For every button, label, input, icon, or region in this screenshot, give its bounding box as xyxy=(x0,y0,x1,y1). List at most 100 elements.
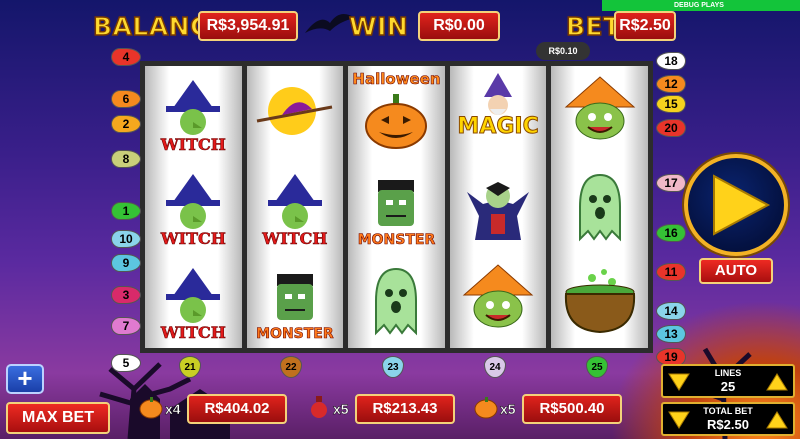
payline-marker-25[interactable]: 25 xyxy=(586,356,608,378)
symbol-word: WITCH xyxy=(262,229,328,249)
symbol-witch: WITCH xyxy=(247,160,344,254)
payline-marker-8[interactable]: 8 xyxy=(111,150,141,168)
payline-marker-15[interactable]: 15 xyxy=(656,95,686,113)
payline-number: 5 xyxy=(122,356,130,370)
payline-marker-3[interactable]: 3 xyxy=(111,286,141,304)
bat-coin-value: R$0.10 xyxy=(536,42,590,60)
payline-number: 12 xyxy=(664,77,678,91)
add-funds-button[interactable]: + xyxy=(6,364,44,394)
payline-marker-2[interactable]: 2 xyxy=(111,115,141,133)
symbol-monster: MONSTER xyxy=(348,160,445,254)
symbol-word: Halloween xyxy=(352,70,441,89)
payline-marker-1[interactable]: 1 xyxy=(111,202,141,220)
monster-icon xyxy=(276,274,313,320)
symbol-word: MONSTER xyxy=(357,232,436,249)
payline-marker-14[interactable]: 14 xyxy=(656,302,686,320)
pumpkin-icon xyxy=(139,397,163,419)
payline-number: 1 xyxy=(122,204,130,218)
lines-increase-button[interactable] xyxy=(765,370,789,394)
payline-marker-21[interactable]: 21 xyxy=(179,356,201,378)
payline-number: 14 xyxy=(664,304,678,318)
prize-multiplier: x5 xyxy=(333,401,349,417)
wizard-icon xyxy=(484,73,513,115)
potion-icon xyxy=(311,396,327,418)
max-bet-button[interactable]: MAX BET xyxy=(6,402,110,434)
payline-marker-20[interactable]: 20 xyxy=(656,119,686,137)
total-bet-value: R$2.50 xyxy=(707,417,749,432)
payline-number: 4 xyxy=(122,50,130,64)
payline-marker-22[interactable]: 22 xyxy=(280,356,302,378)
symbol-word: WITCH xyxy=(160,135,226,155)
payline-number: 25 xyxy=(591,361,603,373)
win-label: WIN xyxy=(348,11,409,42)
prize-value: R$500.40 xyxy=(522,394,622,424)
symbol-witch: WITCH xyxy=(145,66,242,160)
moon-witch-icon xyxy=(256,87,333,135)
payline-marker-4[interactable]: 4 xyxy=(111,48,141,66)
symbol-wizard: MAGIC xyxy=(450,66,547,160)
reel-2[interactable]: WITCH MONSTER xyxy=(246,66,344,348)
symbol-cauldron xyxy=(551,254,648,348)
symbol-witch: WITCH xyxy=(145,254,242,348)
payline-number: 8 xyxy=(122,152,130,166)
symbol-ghost xyxy=(551,160,648,254)
payline-marker-11[interactable]: 11 xyxy=(656,263,686,281)
payline-marker-18[interactable]: 18 xyxy=(656,52,686,70)
reels-panel[interactable]: WITCH WITCH WITCH WITCH MONSTER Hallowee… xyxy=(140,61,653,353)
symbol-witch: WITCH xyxy=(145,160,242,254)
spin-button[interactable] xyxy=(684,154,788,256)
payline-marker-24[interactable]: 24 xyxy=(484,356,506,378)
symbol-word: WITCH xyxy=(160,323,226,343)
pumpkin-icon xyxy=(474,397,498,419)
payline-marker-13[interactable]: 13 xyxy=(656,325,686,343)
symbol-word: MONSTER xyxy=(256,326,334,343)
payline-number: 20 xyxy=(664,121,678,135)
lines-label: LINES xyxy=(714,368,742,378)
payline-marker-7[interactable]: 7 xyxy=(111,317,141,335)
prize-value: R$213.43 xyxy=(355,394,455,424)
symbol-ghost xyxy=(348,254,445,348)
payline-number: 7 xyxy=(122,319,130,333)
payline-marker-16[interactable]: 16 xyxy=(656,224,686,242)
symbol-scarecrow xyxy=(450,254,547,348)
scarecrow-icon xyxy=(564,76,635,140)
payline-number: 21 xyxy=(184,361,196,373)
payline-marker-9[interactable]: 9 xyxy=(111,254,141,272)
cauldron-icon xyxy=(564,269,635,334)
lines-value: 25 xyxy=(720,379,736,394)
payline-number: 13 xyxy=(664,327,678,341)
payline-number: 2 xyxy=(122,117,130,131)
payline-marker-23[interactable]: 23 xyxy=(382,356,404,378)
debug-plays-badge: DEBUG PLAYS xyxy=(602,0,800,11)
symbol-scarecrow xyxy=(551,66,648,160)
payline-marker-17[interactable]: 17 xyxy=(656,174,686,192)
payline-number: 3 xyxy=(122,288,130,302)
prize-multiplier: x5 xyxy=(500,401,516,417)
payline-number: 23 xyxy=(387,361,399,373)
reel-4[interactable]: MAGIC xyxy=(449,66,547,348)
total-bet-label: TOTAL BET xyxy=(703,406,753,416)
bet-decrease-button[interactable] xyxy=(667,408,691,432)
payline-number: 22 xyxy=(285,361,297,373)
payline-number: 11 xyxy=(664,265,678,279)
payline-marker-6[interactable]: 6 xyxy=(111,90,141,108)
payline-number: 6 xyxy=(122,92,130,106)
payline-marker-12[interactable]: 12 xyxy=(656,75,686,93)
win-value: R$0.00 xyxy=(418,11,500,41)
bet-increase-button[interactable] xyxy=(765,408,789,432)
ghost-icon xyxy=(578,173,621,242)
play-icon xyxy=(713,174,771,236)
scarecrow-icon xyxy=(462,264,534,328)
reel-5[interactable] xyxy=(551,66,648,348)
lines-decrease-button[interactable] xyxy=(667,370,691,394)
symbol-word: WITCH xyxy=(160,229,226,249)
reel-3[interactable]: Halloween MONSTER xyxy=(348,66,445,348)
auto-spin-button[interactable]: AUTO xyxy=(699,258,773,284)
payline-marker-5[interactable]: 5 xyxy=(111,354,141,372)
bet-value: R$2.50 xyxy=(614,11,676,41)
payline-marker-10[interactable]: 10 xyxy=(111,230,141,248)
reel-1[interactable]: WITCH WITCH WITCH xyxy=(145,66,242,348)
balance-value: R$3,954.91 xyxy=(198,11,298,41)
symbol-pumpkin: Halloween xyxy=(348,66,445,160)
symbol-monster: MONSTER xyxy=(247,254,344,348)
